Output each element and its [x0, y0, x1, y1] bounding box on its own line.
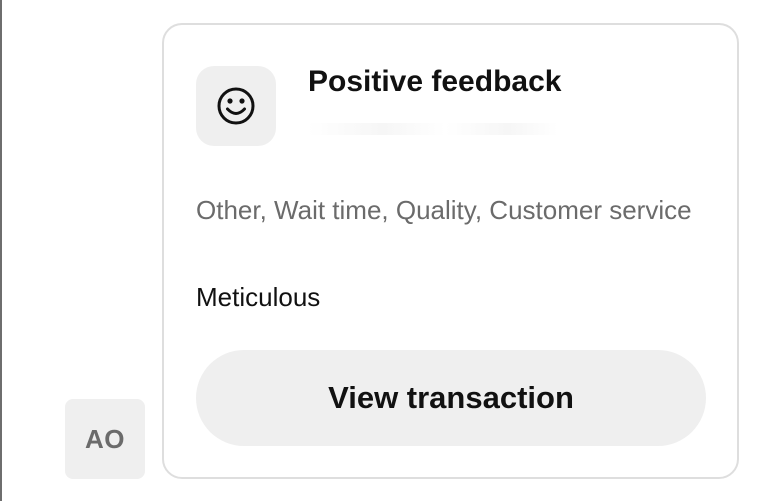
feedback-title: Positive feedback	[308, 65, 562, 98]
feedback-icon-box	[196, 66, 276, 146]
left-divider	[0, 0, 2, 501]
feedback-message-view: AO Positive feedback Other, Wait time, Q…	[0, 0, 764, 501]
avatar-initials: AO	[85, 423, 125, 454]
feedback-tags: Other, Wait time, Quality, Customer serv…	[196, 195, 692, 225]
avatar: AO	[65, 399, 145, 479]
smiley-face-icon	[217, 87, 255, 125]
feedback-comment: Meticulous	[196, 282, 321, 312]
view-transaction-button[interactable]: View transaction	[196, 350, 706, 446]
feedback-card: Positive feedback Other, Wait time, Qual…	[162, 23, 739, 479]
subtitle-placeholder	[308, 123, 558, 135]
